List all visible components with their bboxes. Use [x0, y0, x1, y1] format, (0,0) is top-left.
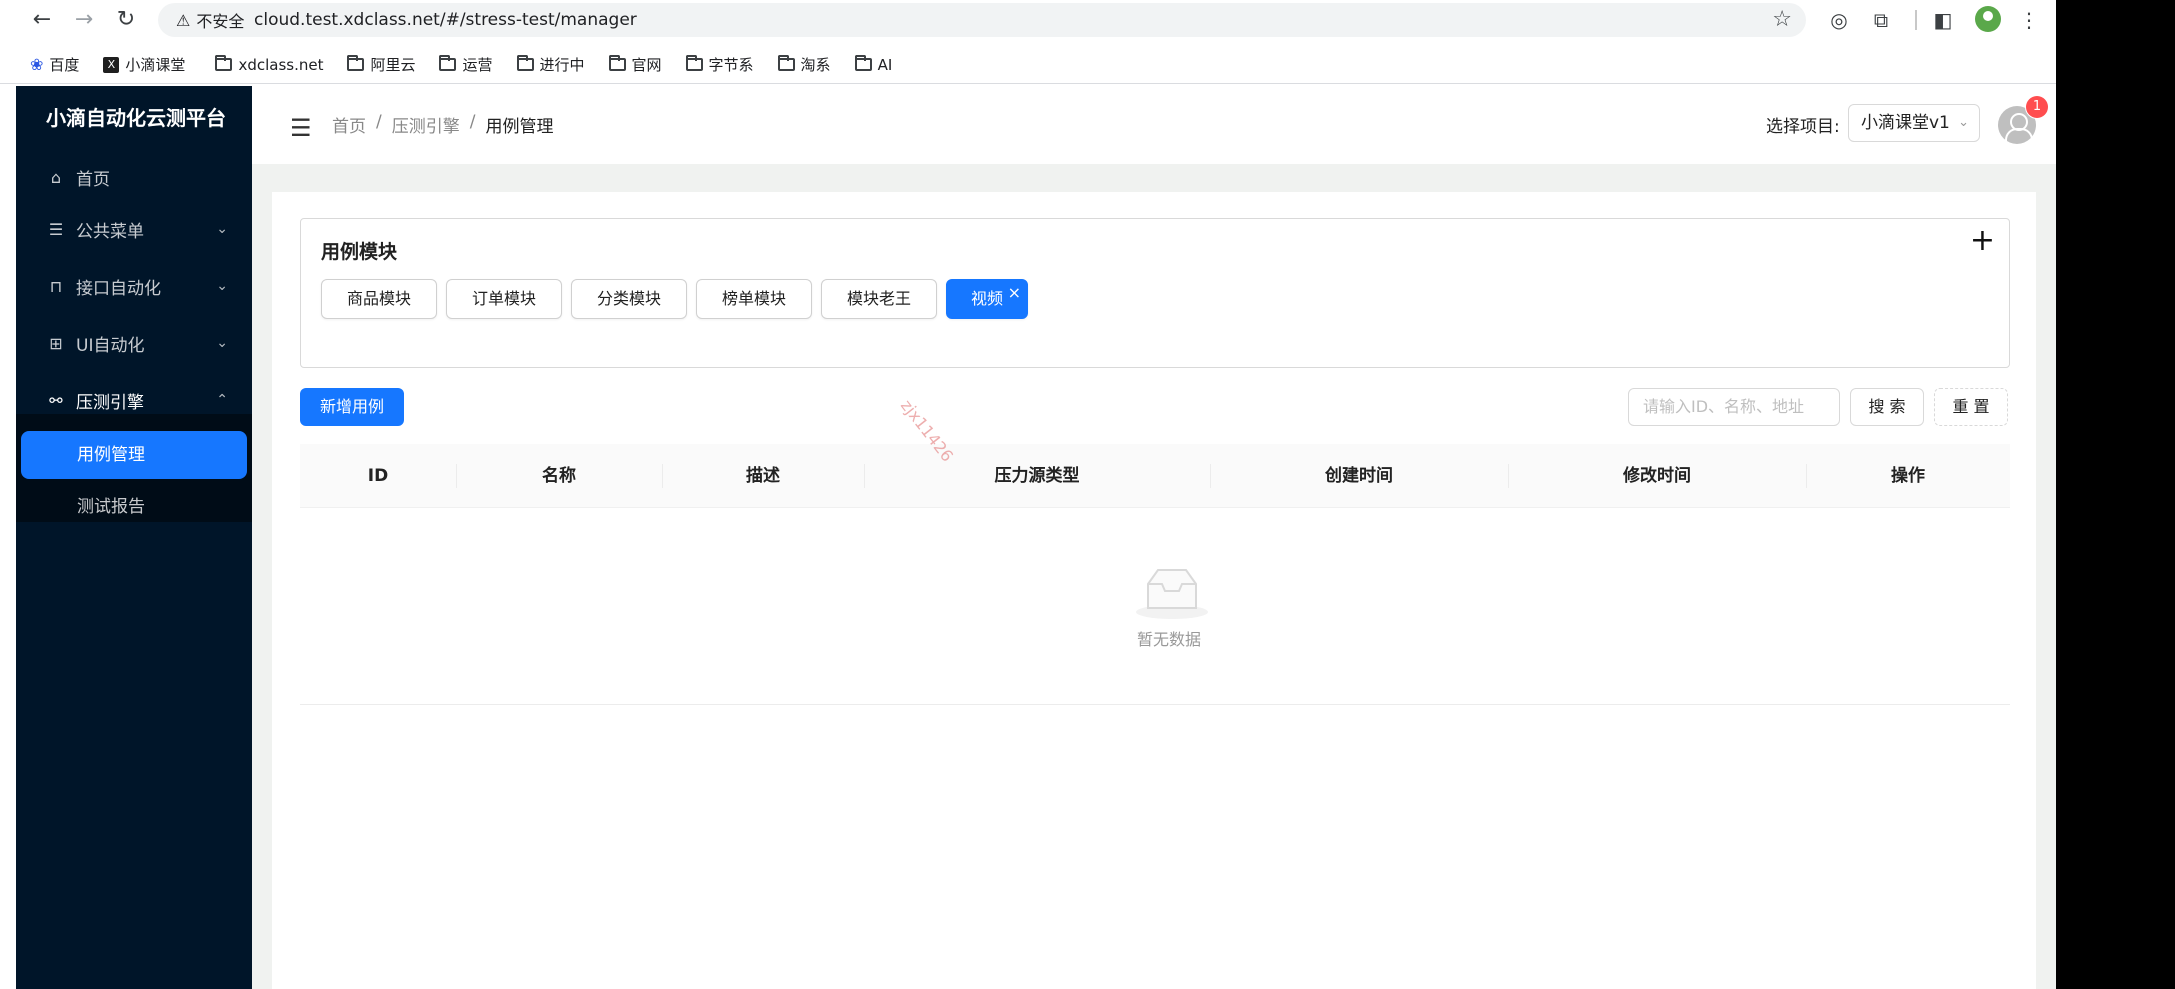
- security-label: 不安全: [196, 12, 245, 31]
- address-bar[interactable]: ⚠ 不安全 cloud.test.xdclass.net/#/stress-te…: [158, 3, 1806, 37]
- sidebar-item-case-management[interactable]: 用例管理: [21, 431, 247, 479]
- folder-icon: [439, 55, 457, 71]
- bookmarks-bar: ❀ 百度 X 小滴课堂 xdclass.net 阿里云 运营 进行中 官网 字节系 …: [0, 46, 2056, 84]
- module-tag[interactable]: 模块老王: [821, 279, 937, 319]
- breadcrumb-home[interactable]: 首页: [332, 112, 366, 137]
- breadcrumb-stress-engine[interactable]: 压测引擎: [392, 112, 460, 137]
- sidebar: 小滴自动化云测平台 ⌂ 首页 ☰ 公共菜单 ⌄ ⊓ 接口自动化 ⌄ ⊞ UI自动…: [16, 86, 252, 989]
- sidebar-item-common-menu[interactable]: ☰ 公共菜单 ⌄: [16, 204, 252, 254]
- forward-icon[interactable]: →: [70, 6, 98, 34]
- add-case-button[interactable]: 新增用例: [300, 388, 404, 426]
- bookmark-folder[interactable]: 字节系: [685, 54, 754, 75]
- table-bottom-border: [300, 704, 2010, 705]
- cluster-icon: ⚯: [49, 390, 63, 410]
- module-tag[interactable]: 分类模块: [571, 279, 687, 319]
- sidebar-item-ui-automation[interactable]: ⊞ UI自动化 ⌄: [16, 318, 252, 368]
- back-icon[interactable]: ←: [28, 6, 56, 34]
- bookmark-xdclass[interactable]: X 小滴课堂: [103, 54, 185, 75]
- folder-icon: [685, 55, 703, 71]
- grid-icon: ⊞: [49, 333, 63, 353]
- bookmark-folder[interactable]: AI: [854, 55, 892, 74]
- warning-icon: ⚠: [176, 10, 191, 30]
- folder-icon: [215, 55, 233, 71]
- chevron-down-icon: ⌄: [1958, 115, 1969, 130]
- column-header-created-time: 创建时间: [1325, 466, 1393, 486]
- home-icon: ⌂: [50, 167, 62, 187]
- url-text[interactable]: cloud.test.xdclass.net/#/stress-test/man…: [254, 3, 637, 37]
- breadcrumb-separator: /: [469, 112, 476, 132]
- module-tag-selected[interactable]: 视频 ×: [946, 279, 1028, 319]
- header: ☰ 首页 / 压测引擎 / 用例管理 选择项目: 小滴课堂v1 ⌄ 1: [252, 86, 2056, 164]
- folder-icon: [608, 55, 626, 71]
- sidebar-item-home[interactable]: ⌂ 首页: [16, 152, 252, 202]
- app-container: 小滴自动化云测平台 ⌂ 首页 ☰ 公共菜单 ⌄ ⊓ 接口自动化 ⌄ ⊞ UI自动…: [16, 86, 2056, 989]
- project-label: 选择项目:: [1766, 117, 1840, 137]
- browser-toolbar: ← → ↻ ⚠ 不安全 cloud.test.xdclass.net/#/str…: [0, 0, 2056, 40]
- module-title: 用例模块: [321, 241, 398, 263]
- content-panel: 用例模块 + 商品模块 订单模块 分类模块 榜单模块 模块老王 视频 × 新增用…: [272, 192, 2036, 989]
- reload-icon[interactable]: ↻: [112, 6, 140, 34]
- chevron-down-icon: ⌄: [216, 221, 228, 237]
- chevron-down-icon: ⌄: [216, 278, 228, 294]
- bookmark-folder[interactable]: 阿里云: [347, 54, 415, 75]
- chevron-up-icon: ⌃: [216, 392, 228, 408]
- notification-badge: 1: [2026, 96, 2048, 118]
- baidu-paw-icon: ❀: [30, 55, 44, 74]
- main-area: ☰ 首页 / 压测引擎 / 用例管理 选择项目: 小滴课堂v1 ⌄ 1 用例模块…: [252, 86, 2056, 989]
- module-tag-label: 视频: [970, 289, 1003, 308]
- search-input[interactable]: 请输入ID、名称、地址: [1628, 388, 1840, 426]
- side-panel-icon[interactable]: ◧: [1930, 7, 1956, 33]
- column-header-modified-time: 修改时间: [1623, 466, 1691, 486]
- app-title: 小滴自动化云测平台: [46, 106, 226, 130]
- breadcrumb-current: 用例管理: [485, 117, 554, 137]
- column-header-actions: 操作: [1891, 466, 1925, 486]
- more-menu-icon[interactable]: ⋮: [2016, 7, 2042, 33]
- bookmark-folder[interactable]: xdclass.net: [215, 55, 323, 74]
- column-header-name: 名称: [542, 466, 576, 486]
- module-card: 用例模块 + 商品模块 订单模块 分类模块 榜单模块 模块老王 视频 ×: [300, 218, 2010, 368]
- column-header-id: ID: [367, 466, 389, 486]
- module-tag[interactable]: 订单模块: [446, 279, 562, 319]
- extensions-icon[interactable]: ⧉: [1868, 7, 1894, 33]
- folder-icon: [516, 55, 534, 71]
- empty-inbox-icon: [1134, 564, 1210, 624]
- bookmark-baidu[interactable]: ❀ 百度: [30, 54, 79, 75]
- folder-icon: [854, 55, 872, 71]
- search-button[interactable]: 搜 索: [1850, 388, 1924, 426]
- add-module-icon[interactable]: +: [1970, 223, 1995, 258]
- folder-icon: [347, 55, 365, 71]
- bookmark-star-icon[interactable]: ☆: [1772, 7, 1792, 32]
- bookmark-folder[interactable]: 淘系: [777, 54, 831, 75]
- security-indicator[interactable]: ⚠ 不安全: [166, 7, 254, 33]
- xdclass-logo-icon: X: [103, 56, 120, 73]
- project-value: 小滴课堂v1: [1861, 113, 1950, 133]
- sidebar-item-api-automation[interactable]: ⊓ 接口自动化 ⌄: [16, 261, 252, 311]
- translate-icon[interactable]: ◎: [1826, 7, 1852, 33]
- bookmark-folder[interactable]: 进行中: [516, 54, 585, 75]
- module-tag[interactable]: 商品模块: [321, 279, 437, 319]
- breadcrumb: 首页 / 压测引擎 / 用例管理: [332, 112, 553, 137]
- table-header: ID 名称 描述 压力源类型 创建时间 修改时间 操作: [300, 444, 2010, 508]
- close-icon[interactable]: ×: [1008, 274, 1021, 312]
- chevron-down-icon: ⌄: [216, 335, 228, 351]
- menu-fold-icon[interactable]: ☰: [290, 114, 312, 142]
- column-header-stress-source-type: 压力源类型: [994, 466, 1080, 486]
- api-icon: ⊓: [49, 276, 63, 296]
- reset-button[interactable]: 重 置: [1934, 388, 2008, 426]
- browser-window: ← → ↻ ⚠ 不安全 cloud.test.xdclass.net/#/str…: [0, 0, 2056, 989]
- breadcrumb-separator: /: [376, 112, 382, 132]
- sidebar-item-test-report[interactable]: 测试报告: [21, 483, 247, 531]
- bookmark-folder[interactable]: 官网: [608, 54, 662, 75]
- folder-icon: [777, 55, 795, 71]
- column-header-description: 描述: [746, 466, 780, 486]
- list-icon: ☰: [48, 219, 64, 239]
- bookmark-folder[interactable]: 运营: [439, 54, 493, 75]
- toolbar-divider: [1915, 10, 1917, 30]
- project-select[interactable]: 小滴课堂v1 ⌄: [1848, 104, 1980, 142]
- empty-text: 暂无数据: [1136, 630, 1201, 649]
- module-tag[interactable]: 榜单模块: [696, 279, 812, 319]
- profile-avatar[interactable]: [1975, 6, 2001, 32]
